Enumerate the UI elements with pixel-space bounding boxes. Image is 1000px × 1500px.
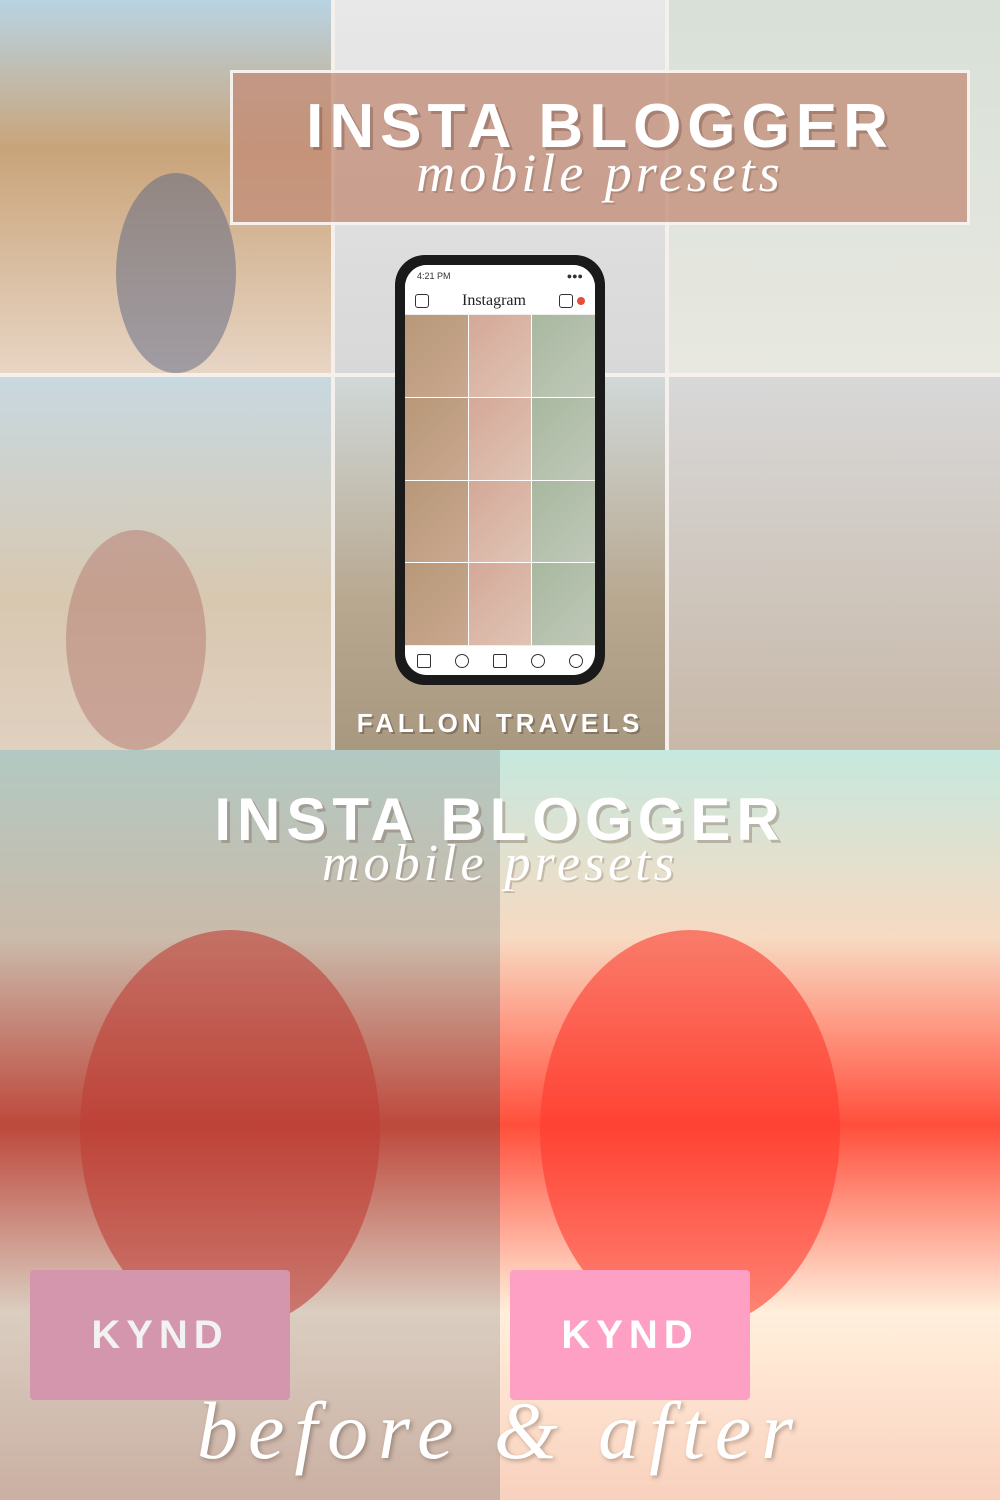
product-subtitle: mobile presets — [416, 146, 783, 200]
feed-thumbnail — [405, 398, 468, 480]
instagram-logo: Instagram — [462, 292, 526, 310]
message-icon — [559, 294, 585, 308]
profile-icon — [569, 654, 583, 668]
phone-mockup: 4:21 PM ●●● Instagram — [395, 255, 605, 685]
feed-thumbnail — [532, 563, 595, 645]
instagram-header: Instagram — [405, 287, 595, 315]
title-banner: INSTA BLOGGER mobile presets — [230, 70, 970, 225]
camera-icon — [415, 294, 429, 308]
feed-thumbnail — [469, 563, 532, 645]
instagram-feed-grid — [405, 315, 595, 645]
search-icon — [455, 654, 469, 668]
add-icon — [493, 654, 507, 668]
menu-prop: KYND — [510, 1270, 750, 1400]
battery-icon: ●●● — [567, 271, 583, 281]
feed-thumbnail — [405, 315, 468, 397]
phone-screen: 4:21 PM ●●● Instagram — [405, 265, 595, 675]
product-subtitle-repeat: mobile presets — [0, 838, 1000, 890]
feed-thumbnail — [405, 481, 468, 563]
feed-thumbnail — [532, 398, 595, 480]
feed-thumbnail — [405, 563, 468, 645]
menu-prop: KYND — [30, 1270, 290, 1400]
phone-time: 4:21 PM — [417, 271, 451, 281]
phone-status-bar: 4:21 PM ●●● — [405, 265, 595, 287]
feed-thumbnail — [532, 315, 595, 397]
feed-thumbnail — [469, 315, 532, 397]
photo-tile — [669, 377, 1000, 750]
feed-thumbnail — [469, 481, 532, 563]
photo-tile — [0, 377, 331, 750]
brand-name: FALLON TRAVELS — [0, 708, 1000, 739]
heart-icon — [531, 654, 545, 668]
feed-thumbnail — [469, 398, 532, 480]
before-after-label: before & after — [0, 1390, 1000, 1472]
home-icon — [417, 654, 431, 668]
instagram-nav-bar — [405, 645, 595, 675]
feed-thumbnail — [532, 481, 595, 563]
bottom-title-overlay: INSTA BLOGGER mobile presets — [0, 790, 1000, 890]
